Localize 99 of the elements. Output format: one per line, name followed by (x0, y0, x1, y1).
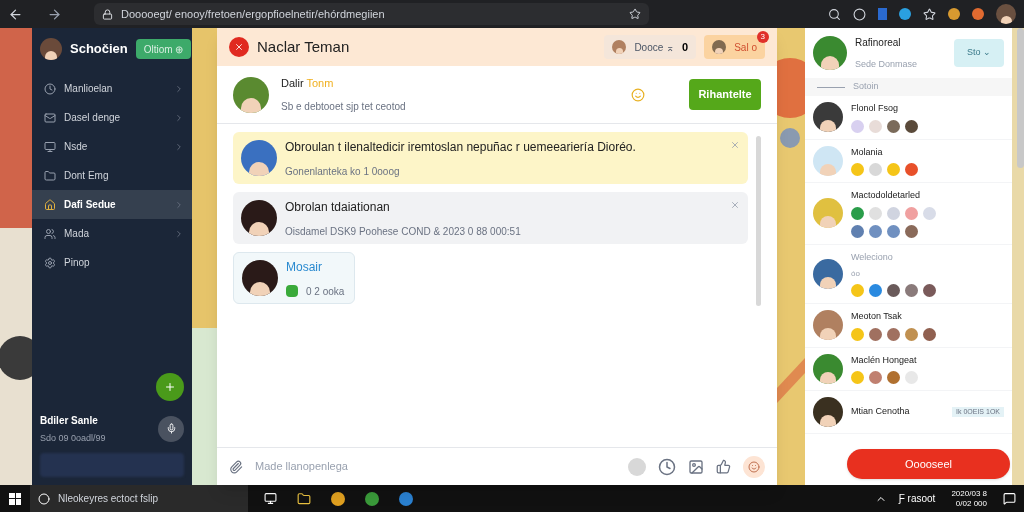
forward-icon[interactable] (47, 6, 62, 22)
nav-item[interactable]: Mada (32, 219, 192, 248)
panel-name: Rafinoreal (855, 35, 902, 50)
extension-icon[interactable] (899, 8, 911, 20)
avatar (612, 40, 627, 54)
avatar (813, 258, 843, 289)
contact-subtitle: óo (851, 268, 861, 280)
nav-icon (44, 227, 56, 240)
browser-icon[interactable] (365, 491, 379, 506)
edge-icon[interactable] (399, 491, 413, 506)
search-icon (38, 492, 50, 505)
message-subtitle: Gonenlanteka ko 1 0ooog (285, 164, 400, 179)
contact-name: Meoton Tsak (851, 310, 903, 323)
browser-icon[interactable] (331, 491, 345, 506)
message-title: Obroulan t ilenaltedicir iremtoslan nepuñac r uemeeariería Dioréo. (285, 138, 637, 156)
app-icon (229, 37, 249, 57)
emoji-button[interactable] (743, 455, 765, 478)
nav-item[interactable]: Dasel denge (32, 103, 192, 132)
back-icon[interactable] (8, 6, 23, 22)
mic-icon (165, 423, 177, 435)
panel-button[interactable]: Sto ⌄ (954, 39, 1004, 67)
contact-name: Dalir Tonm (281, 75, 335, 91)
nav-icon (44, 140, 56, 153)
message-title: Mosair (286, 258, 323, 276)
section-label: Sotoin (853, 80, 879, 94)
nav-item[interactable]: Dafi Sedue (32, 190, 192, 219)
contact-row[interactable]: Molania (805, 139, 1012, 183)
message-title: Obrolan tdaiationan (285, 198, 391, 216)
chat-title: Naclar Teman (257, 36, 351, 57)
avatar (813, 310, 843, 341)
contact-name: Flonol Fsog (851, 102, 900, 115)
status-icon (286, 285, 298, 297)
avatar (242, 260, 278, 296)
nav-icon (44, 198, 56, 211)
clock-icon[interactable] (658, 457, 676, 476)
contact-name: Mtian Cenotha (851, 405, 911, 419)
contact-row[interactable]: Maclén Hongeat (805, 347, 1012, 391)
nav-item[interactable]: Pinop (32, 248, 192, 277)
nav-icon (44, 256, 56, 269)
contact-name: Molania (851, 145, 884, 159)
clock-time: 0/02 000 (955, 498, 987, 509)
avatar (813, 102, 843, 133)
contact-name: Weleciono (851, 250, 894, 264)
message-card[interactable]: Mosair 0 2 ooka (233, 252, 355, 304)
profile-name: Schočien (70, 40, 128, 59)
message-subtitle: Oisdamel DSK9 Poohese COND & 2023 0 88 000:51 (285, 224, 521, 239)
bookmark-icon[interactable] (629, 8, 641, 20)
avatar (813, 145, 843, 176)
count-badge: 3 (756, 31, 769, 43)
contact-name: Maclén Hongeat (851, 353, 918, 367)
user-name: Bdiler Sanle (40, 413, 99, 428)
nav-item[interactable]: Manlioelan (32, 74, 192, 103)
avatar (813, 36, 847, 70)
avatar (712, 40, 727, 54)
contact-row[interactable]: Meoton Tsak (805, 304, 1012, 348)
avatar (813, 397, 843, 427)
nav-icon (44, 169, 56, 182)
contact-row[interactable]: Flonol Fsog (805, 96, 1012, 140)
taskbar-search[interactable]: Nleokeyres ectoct fslip (30, 485, 248, 512)
avatar (241, 200, 277, 236)
contact-name: Mactodoldetarled (851, 189, 922, 202)
action-button[interactable]: Ooooseel (847, 449, 1010, 479)
avatar (40, 38, 62, 60)
avatar (813, 353, 843, 384)
avatar (813, 198, 843, 229)
attach-icon[interactable] (229, 459, 243, 474)
message-card[interactable]: Obroulan t ilenaltedicir iremtoslan nepuñac r uemeeariería Dioréo. Gonenlanteka ko 1 0ooog (233, 132, 748, 184)
address-bar[interactable]: Dooooegt/ enooy/fretoen/ergopfioelnetir/ehórdmegiien (94, 3, 649, 25)
message-input[interactable]: Made llanopenlega (255, 458, 616, 475)
plus-icon (164, 380, 176, 393)
panel-status: Sede Donmase (855, 57, 919, 71)
avatar (241, 140, 277, 176)
extension-icon[interactable] (972, 8, 984, 20)
search-icon[interactable] (828, 7, 841, 21)
like-icon[interactable] (716, 459, 731, 474)
status-chip[interactable]: Dooce ⌅ 0 (604, 35, 697, 59)
avatar (233, 76, 269, 113)
task-view-icon[interactable] (264, 492, 277, 505)
clock-date: 2020/03 8 (951, 488, 987, 499)
message-subtitle: 0 2 ooka (306, 284, 345, 299)
circle-icon[interactable] (853, 7, 866, 21)
add-button[interactable] (156, 372, 184, 401)
nav-item[interactable]: Nsde (32, 132, 192, 161)
extension-icon[interactable] (948, 8, 960, 20)
notifications-icon[interactable] (1003, 492, 1016, 505)
profile-avatar (996, 4, 1016, 24)
mic-button[interactable] (158, 415, 184, 442)
nav-icon (44, 82, 56, 95)
image-icon[interactable] (688, 458, 704, 475)
tray-label: Ƒ rasoot (898, 492, 936, 506)
contact-subtitle: Sb e debtooet sjp tet ceotod (281, 100, 407, 115)
smile-icon (748, 460, 760, 473)
contact-row[interactable]: Mactodoldetarled (805, 183, 1012, 245)
nav-item[interactable]: Dont Emg (32, 161, 192, 190)
lock-icon (102, 8, 113, 20)
nav-icon (44, 111, 56, 124)
user-status: Sdo 09 0oadl/99 (40, 431, 107, 445)
message-card[interactable]: Obrolan tdaiationan Oisdamel DSK9 Poohese COND & 2023 0 88 000:51 (233, 192, 748, 244)
folder-icon[interactable] (297, 491, 311, 506)
